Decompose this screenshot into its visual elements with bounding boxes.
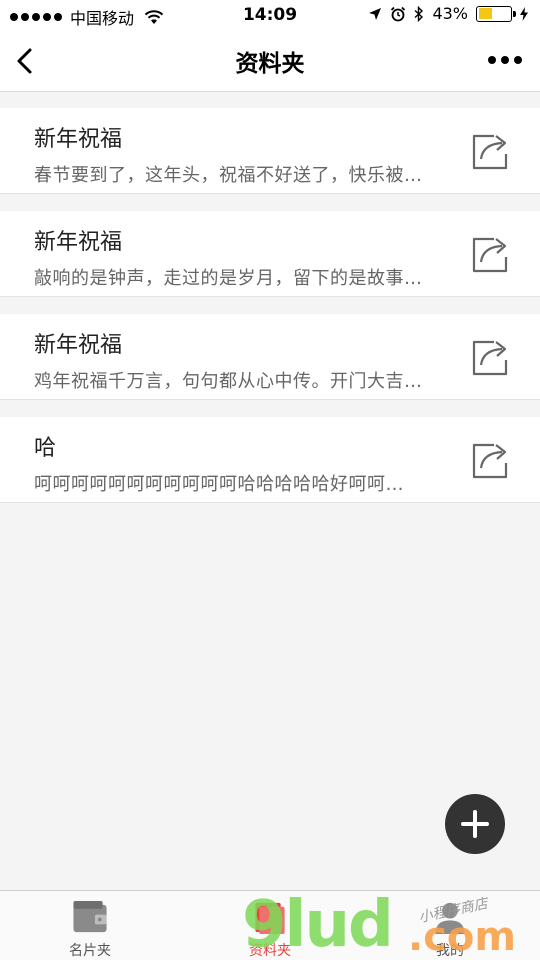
page-title: 资料夹: [235, 51, 305, 77]
share-icon[interactable]: [472, 132, 510, 170]
navigation-bar: 资料夹: [0, 30, 540, 92]
list-item[interactable]: 新年祝福 敲响的是钟声，走过的是岁月，留下的是故事…: [0, 211, 540, 297]
charging-icon: [520, 6, 528, 21]
share-icon[interactable]: [472, 441, 510, 479]
document-list: 新年祝福 春节要到了，这年头，祝福不好送了，快乐被… 新年祝福 敲响的是钟声，走…: [0, 108, 540, 520]
tab-cards[interactable]: 名片夹: [0, 891, 180, 960]
item-title: 新年祝福: [34, 127, 123, 152]
item-description: 呵呵呵呵呵呵呵呵呵呵呵哈哈哈哈哈好呵呵…: [34, 474, 404, 495]
tab-label: 资料夹: [249, 943, 291, 959]
more-dot: [501, 56, 509, 64]
item-description: 鸡年祝福千万言，句句都从心中传。开门大吉…: [34, 371, 423, 392]
battery-icon: [476, 5, 516, 22]
status-right: 43%: [368, 4, 528, 23]
person-icon: [435, 902, 465, 935]
tab-bar: 名片夹 资料夹 我的: [0, 890, 540, 960]
more-button[interactable]: [488, 56, 522, 64]
more-dot: [488, 56, 496, 64]
share-icon[interactable]: [472, 338, 510, 376]
item-description: 敲响的是钟声，走过的是岁月，留下的是故事…: [34, 268, 423, 289]
alarm-icon: [391, 6, 406, 21]
item-description: 春节要到了，这年头，祝福不好送了，快乐被…: [34, 165, 423, 186]
item-title: 新年祝福: [34, 333, 123, 358]
tab-label: 名片夹: [69, 943, 111, 959]
plus-icon: [461, 810, 489, 838]
item-title: 新年祝福: [34, 230, 123, 255]
tab-folder[interactable]: 资料夹: [180, 891, 360, 960]
battery-percent: 43%: [432, 4, 468, 23]
share-icon[interactable]: [472, 235, 510, 273]
list-item[interactable]: 新年祝福 鸡年祝福千万言，句句都从心中传。开门大吉…: [0, 314, 540, 400]
tab-profile[interactable]: 我的: [360, 891, 540, 960]
wallet-icon: [73, 900, 107, 933]
list-item[interactable]: 哈 呵呵呵呵呵呵呵呵呵呵呵哈哈哈哈哈好呵呵…: [0, 417, 540, 503]
add-button[interactable]: [445, 794, 505, 854]
location-icon: [369, 7, 382, 20]
status-bar: 中国移动 14:09 43%: [0, 0, 540, 30]
list-item[interactable]: 新年祝福 春节要到了，这年头，祝福不好送了，快乐被…: [0, 108, 540, 194]
tab-label: 我的: [436, 943, 464, 959]
more-dot: [514, 56, 522, 64]
bluetooth-icon: [414, 5, 424, 22]
battery-fill: [478, 8, 492, 19]
folder-icon: [255, 902, 285, 935]
item-title: 哈: [34, 436, 57, 461]
